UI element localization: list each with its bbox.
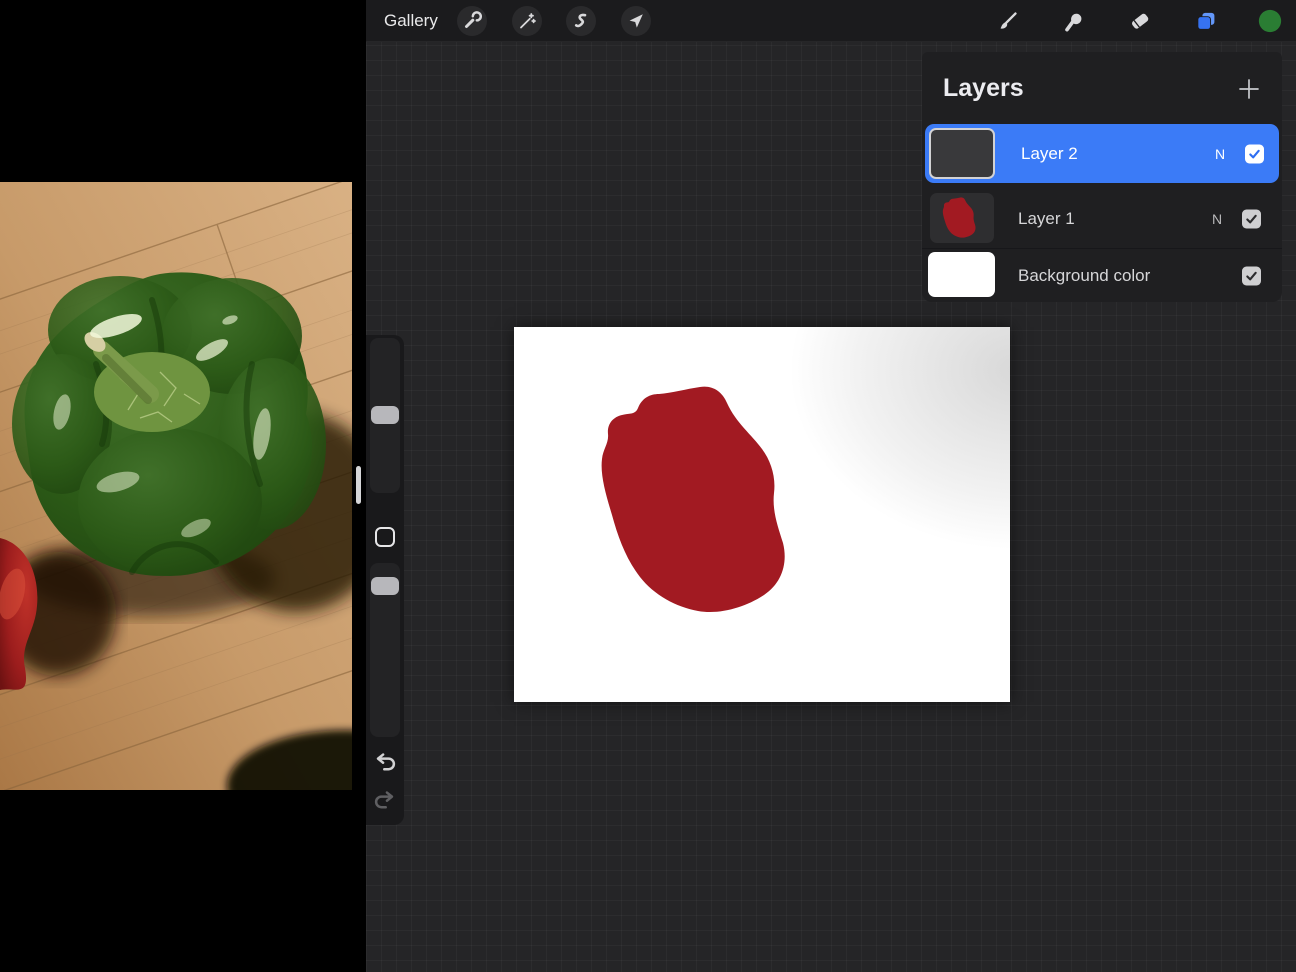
layer-name: Layer 2 [1021, 144, 1078, 164]
add-layer-button[interactable] [1236, 76, 1262, 102]
eraser-tool-button[interactable] [1128, 9, 1152, 33]
color-swatch [1258, 7, 1282, 35]
wrench-icon [462, 11, 482, 31]
layer-1-thumbnail[interactable] [930, 193, 994, 243]
layers-panel: Layers Layer 2 N [922, 52, 1282, 302]
eraser-icon [1128, 9, 1152, 33]
redo-button[interactable] [373, 788, 397, 812]
layers-tool-button[interactable] [1194, 9, 1218, 33]
redo-icon [373, 788, 397, 812]
color-swatch-button[interactable] [1258, 9, 1282, 33]
layer-name: Layer 1 [1018, 209, 1075, 229]
check-icon [1245, 269, 1258, 282]
layer-name: Background color [1018, 266, 1150, 286]
layer-row-background-color[interactable]: Background color [922, 248, 1282, 302]
actions-button[interactable] [457, 6, 487, 36]
transform-arrow-icon [626, 11, 646, 31]
layer-row-layer-1[interactable]: Layer 1 N [922, 190, 1282, 247]
screen: Gallery [0, 0, 1296, 972]
blend-mode-badge[interactable]: N [1215, 146, 1225, 162]
layers-panel-header: Layers [922, 52, 1282, 124]
layer-1-thumbnail-art [930, 193, 994, 243]
drawing-canvas[interactable] [514, 327, 1010, 702]
smudge-icon [1061, 9, 1085, 33]
layers-icon [1194, 9, 1218, 33]
selection-s-icon [571, 11, 591, 31]
canvas-gray-shading [710, 327, 1010, 567]
blend-mode-badge[interactable]: N [1212, 211, 1222, 227]
layers-panel-title: Layers [943, 74, 1024, 103]
layer-1-visibility-checkbox[interactable] [1242, 209, 1261, 228]
gallery-button[interactable]: Gallery [384, 0, 438, 42]
layer-2-thumbnail[interactable] [929, 128, 995, 179]
layer-row-layer-2[interactable]: Layer 2 N [925, 124, 1279, 183]
brush-size-handle[interactable] [371, 406, 399, 424]
adjustments-button[interactable] [512, 6, 542, 36]
background-visibility-checkbox[interactable] [1242, 266, 1261, 285]
magic-wand-icon [517, 11, 537, 31]
split-view-drag-handle[interactable] [356, 466, 361, 504]
selection-button[interactable] [566, 6, 596, 36]
pepper-photo [0, 182, 352, 790]
top-toolbar: Gallery [366, 0, 1296, 42]
check-icon [1245, 212, 1258, 225]
reference-photo-pane [0, 0, 352, 972]
procreate-window: Gallery [366, 0, 1296, 972]
check-icon [1248, 147, 1261, 160]
brush-tool-button[interactable] [996, 9, 1020, 33]
background-color-thumbnail[interactable] [928, 252, 995, 297]
transform-button[interactable] [621, 6, 651, 36]
smudge-tool-button[interactable] [1061, 9, 1085, 33]
undo-icon [373, 750, 397, 774]
plus-icon [1236, 76, 1262, 102]
modify-button[interactable] [375, 527, 395, 547]
layer-2-visibility-checkbox[interactable] [1245, 144, 1264, 163]
sidebar [366, 335, 404, 825]
opacity-handle[interactable] [371, 577, 399, 595]
undo-button[interactable] [373, 750, 397, 774]
brush-icon [996, 9, 1020, 33]
